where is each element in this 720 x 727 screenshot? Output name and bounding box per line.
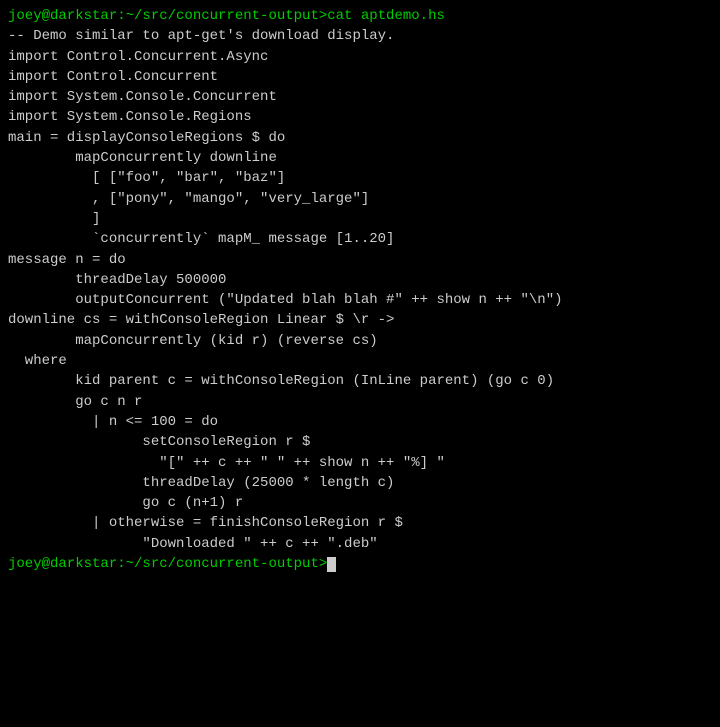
terminal-line: | otherwise = finishConsoleRegion r $: [8, 513, 712, 533]
terminal-line: threadDelay 500000: [8, 270, 712, 290]
terminal-line: mapConcurrently (kid r) (reverse cs): [8, 331, 712, 351]
terminal-cursor: [327, 557, 336, 572]
terminal-line: | n <= 100 = do: [8, 412, 712, 432]
terminal-line: outputConcurrent ("Updated blah blah #" …: [8, 290, 712, 310]
terminal-line: "[" ++ c ++ " " ++ show n ++ "%] ": [8, 453, 712, 473]
terminal-line: import Control.Concurrent.Async: [8, 47, 712, 67]
terminal-line: import System.Console.Regions: [8, 107, 712, 127]
terminal-line: [ ["foo", "bar", "baz"]: [8, 168, 712, 188]
terminal-line: go c (n+1) r: [8, 493, 712, 513]
terminal-line: , ["pony", "mango", "very_large"]: [8, 189, 712, 209]
terminal-line: setConsoleRegion r $: [8, 432, 712, 452]
terminal-line: ]: [8, 209, 712, 229]
terminal-line: joey@darkstar:~/src/concurrent-output>ca…: [8, 6, 712, 26]
terminal-line: import Control.Concurrent: [8, 67, 712, 87]
terminal-line: downline cs = withConsoleRegion Linear $…: [8, 310, 712, 330]
terminal-line: go c n r: [8, 392, 712, 412]
terminal-line: joey@darkstar:~/src/concurrent-output>: [8, 554, 712, 574]
terminal-line: threadDelay (25000 * length c): [8, 473, 712, 493]
terminal-line: import System.Console.Concurrent: [8, 87, 712, 107]
terminal-line: mapConcurrently downline: [8, 148, 712, 168]
terminal-line: where: [8, 351, 712, 371]
terminal-line: `concurrently` mapM_ message [1..20]: [8, 229, 712, 249]
terminal-line: main = displayConsoleRegions $ do: [8, 128, 712, 148]
terminal: joey@darkstar:~/src/concurrent-output>ca…: [0, 0, 720, 727]
terminal-line: "Downloaded " ++ c ++ ".deb": [8, 534, 712, 554]
terminal-line: message n = do: [8, 250, 712, 270]
terminal-line: kid parent c = withConsoleRegion (InLine…: [8, 371, 712, 391]
terminal-line: -- Demo similar to apt-get's download di…: [8, 26, 712, 46]
